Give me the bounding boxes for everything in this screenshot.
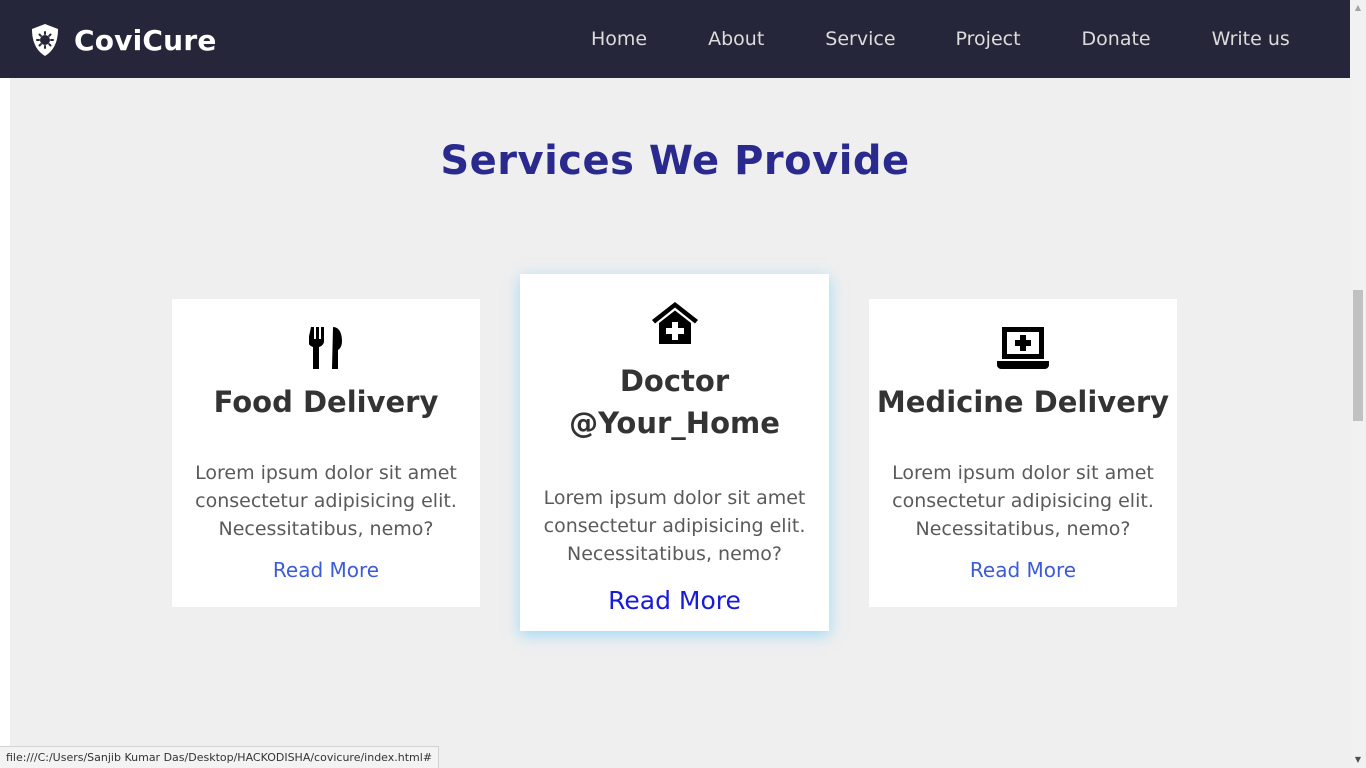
service-card-doctor-at-home: Doctor @Your_Home Lorem ipsum dolor sit … (520, 274, 829, 631)
utensils-icon (309, 327, 342, 369)
brand-logo[interactable]: CoviCure (30, 22, 217, 58)
nav-link-write-us[interactable]: Write us (1212, 28, 1290, 50)
scroll-down-arrow-icon[interactable]: ▼ (1350, 752, 1366, 768)
card-title: Food Delivery (213, 385, 439, 419)
read-more-link[interactable]: Read More (273, 558, 379, 582)
navbar: CoviCure Home About Service Project Dona… (0, 0, 1350, 78)
clinic-house-icon (651, 302, 698, 344)
card-title: Doctor @Your_Home (569, 364, 780, 440)
card-text: Lorem ipsum dolor sit amet consectetur a… (543, 487, 806, 565)
section-title: Services We Provide (440, 138, 910, 184)
card-text: Lorem ipsum dolor sit amet consectetur a… (195, 462, 457, 540)
nav-link-about[interactable]: About (708, 28, 764, 50)
card-title: Medicine Delivery (876, 385, 1170, 419)
service-card-food-delivery: Food Delivery Lorem ipsum dolor sit amet… (172, 299, 480, 607)
laptop-medical-icon (997, 327, 1049, 369)
read-more-link[interactable]: Read More (970, 558, 1076, 582)
nav-link-home[interactable]: Home (591, 28, 647, 50)
brand-name: CoviCure (74, 23, 217, 57)
scroll-up-arrow-icon[interactable]: ▲ (1350, 0, 1366, 16)
nav-link-service[interactable]: Service (825, 28, 895, 50)
read-more-link[interactable]: Read More (608, 586, 741, 615)
nav-link-donate[interactable]: Donate (1082, 28, 1151, 50)
status-bar-url: file:///C:/Users/Sanjib Kumar Das/Deskto… (0, 746, 440, 768)
vertical-scrollbar[interactable]: ▲ ▼ (1350, 0, 1366, 768)
shield-virus-icon (32, 24, 58, 56)
service-card-medicine-delivery: Medicine Delivery Lorem ipsum dolor sit … (869, 299, 1177, 607)
scrollbar-thumb[interactable] (1353, 290, 1363, 421)
nav-links: Home About Service Project Donate Write … (560, 0, 1290, 78)
nav-link-project[interactable]: Project (956, 28, 1021, 50)
card-text: Lorem ipsum dolor sit amet consectetur a… (892, 462, 1154, 540)
